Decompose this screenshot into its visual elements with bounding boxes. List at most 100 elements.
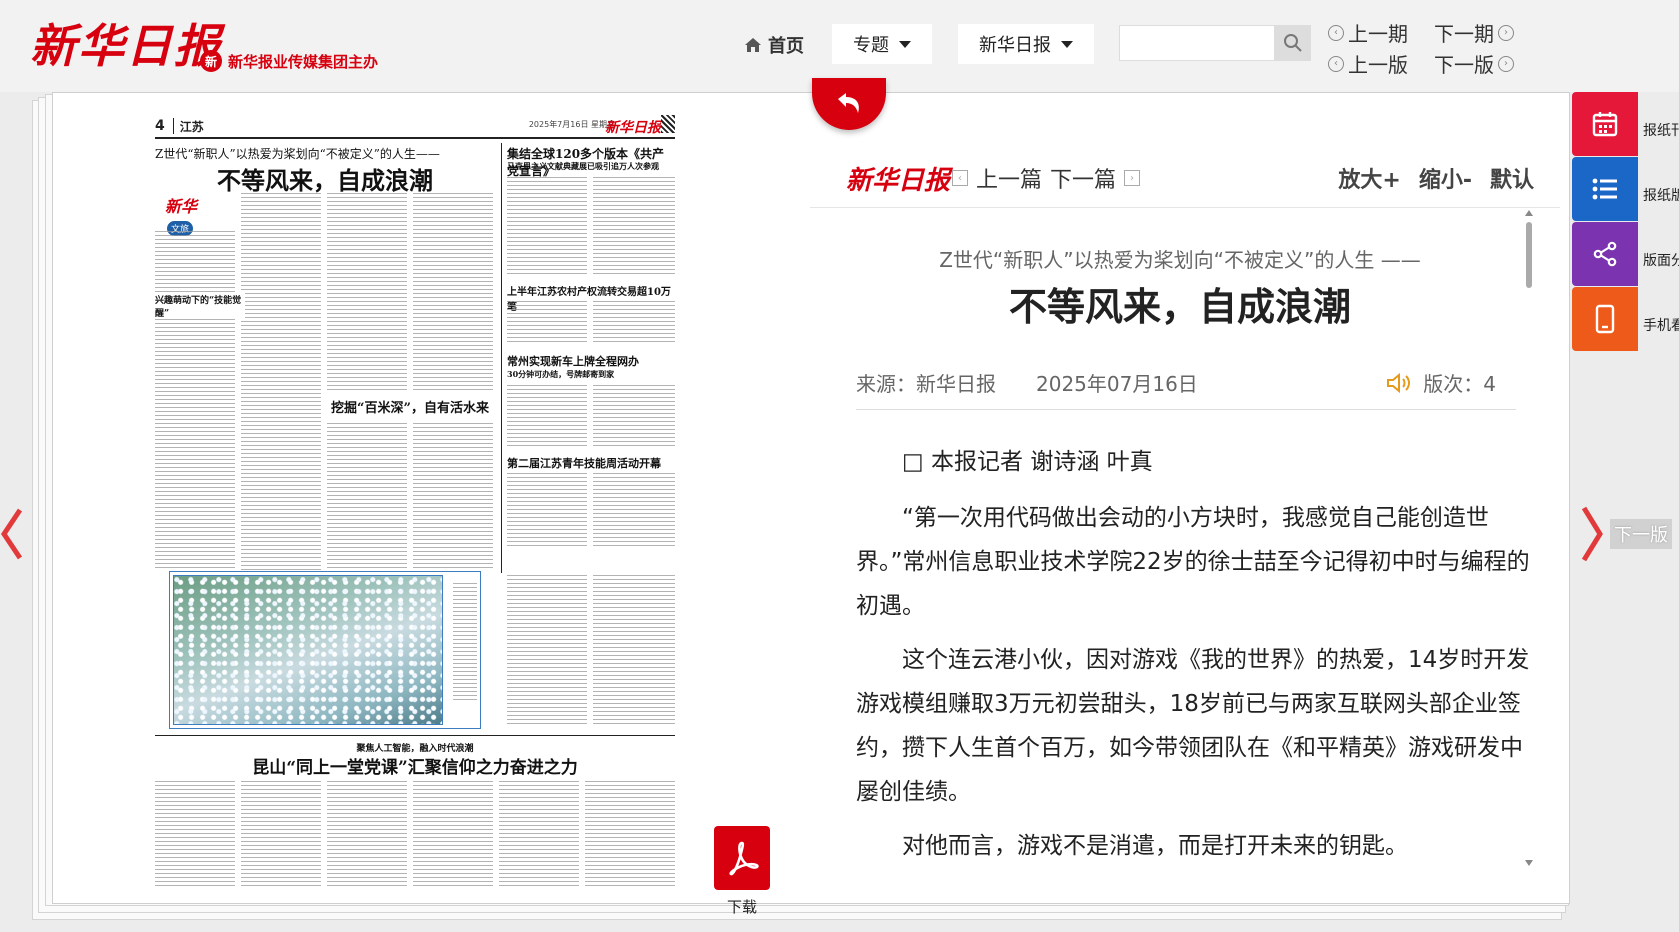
text-column — [155, 231, 235, 571]
chevron-left-icon: ‹ — [1328, 55, 1344, 72]
article-toolbar: 新华日报 ‹ 上一篇 下一篇 › 放大+ 缩小- 默认 — [810, 140, 1560, 208]
text-column — [507, 473, 587, 547]
chevron-left-icon[interactable]: ‹ — [952, 170, 968, 186]
float-label[interactable]: 手机看报 — [1643, 315, 1679, 335]
column-divider — [501, 143, 502, 573]
badge-a: 新华 — [165, 197, 198, 216]
article-date: 2025年07月16日 — [1036, 372, 1198, 396]
search-input[interactable] — [1119, 25, 1275, 61]
article-edition-text: 版次：4 — [1423, 372, 1496, 396]
site-logo[interactable]: 新华日报 — [30, 10, 222, 76]
text-column — [413, 781, 493, 889]
zoom-out-button[interactable]: 缩小- — [1419, 162, 1472, 194]
article-paragraph: “第一次用代码做出会动的小方块时，我感觉自己能创造世界。”常州信息职业技术学院2… — [856, 505, 1530, 619]
search-button[interactable] — [1275, 25, 1311, 61]
chevron-left-icon — [0, 508, 23, 560]
float-btn-list[interactable] — [1572, 157, 1638, 221]
text-column — [327, 423, 407, 571]
nav-home[interactable]: 首页 — [744, 32, 804, 58]
home-icon — [745, 38, 761, 52]
flamingo-photo[interactable] — [173, 575, 443, 725]
text-column — [593, 575, 675, 725]
calendar-icon — [1592, 112, 1618, 137]
scroll-down-icon[interactable] — [1525, 860, 1533, 866]
next-issue-link[interactable]: 下一期 › — [1434, 18, 1514, 47]
sponsor-text: 新华报业传媒集团主办 — [228, 52, 379, 71]
float-btn-phone[interactable] — [1572, 287, 1638, 351]
chevron-left-icon: ‹ — [1328, 24, 1344, 41]
chevron-right-icon[interactable]: › — [1124, 170, 1141, 186]
float-label[interactable]: 版面分享 — [1643, 250, 1679, 270]
share-icon — [1593, 241, 1617, 267]
chevron-right-icon — [1581, 506, 1603, 562]
side-prev-page-button[interactable] — [0, 508, 23, 560]
search-icon — [1284, 34, 1302, 52]
text-column — [593, 385, 675, 447]
newspaper-date: 2025年7月16日 星期三 — [528, 120, 615, 129]
next-article-link[interactable]: 下一篇 — [1050, 162, 1116, 194]
topic-dropdown[interactable]: 专题 — [832, 24, 932, 64]
next-page-link[interactable]: 下一版 › — [1434, 49, 1514, 78]
article-byline: □ 本报记者 谢诗涵 叶真 — [902, 449, 1153, 475]
newspaper-sub1: 兴趣萌动下的“技能觉醒” — [155, 293, 245, 319]
text-column — [593, 301, 675, 343]
paper-dropdown[interactable]: 新华日报 — [958, 24, 1094, 64]
newspaper-headline[interactable]: 不等风来，自成浪潮 — [155, 161, 495, 196]
float-btn-share[interactable] — [1572, 222, 1638, 286]
float-btn-calendar[interactable] — [1572, 92, 1638, 156]
bottom-divider — [155, 735, 675, 736]
text-column — [507, 385, 587, 447]
article-paragraph: 这个连云港小伙，因对游戏《我的世界》的热爱，14岁时开发游戏模组赚取3万元初尝甜… — [856, 647, 1530, 805]
newspaper-header: 4 江苏 2025年7月16日 星期三 新华日报 — [155, 115, 675, 139]
pdf-download-label[interactable]: 下载 — [714, 896, 770, 917]
list-icon — [1592, 178, 1617, 200]
newspaper-right3-title[interactable]: 常州实现新车上牌全程网办 — [507, 353, 675, 369]
text-column — [585, 781, 675, 889]
newspaper-sub2[interactable]: 挖掘“百米深”，自有活水来 — [327, 397, 493, 416]
text-column — [507, 301, 587, 343]
text-column — [593, 473, 675, 547]
zoom-in-button[interactable]: 放大+ — [1338, 162, 1400, 194]
newspaper-right3-sub: 30分钟可办结，号牌邮寄到家 — [507, 369, 615, 379]
newspaper-right1-sub: 马克思主义文献典藏展已吸引追万人次参观 — [507, 161, 659, 171]
article-panel: 新华日报 ‹ 上一篇 下一篇 › 放大+ 缩小- 默认 Z世代“新职人”以热爱为… — [810, 140, 1560, 900]
prev-issue-label: 上一期 — [1348, 22, 1408, 46]
article-nav: ‹ 上一篇 下一篇 › — [952, 162, 1141, 194]
side-next-page-label: 下一版 — [1610, 519, 1672, 549]
article-body: □ 本报记者 谢诗涵 叶真 “第一次用代码做出会动的小方块时，我感觉自己能创造世… — [856, 440, 1530, 900]
text-column — [327, 193, 407, 393]
newspaper-right4-title[interactable]: 第二届江苏青年技能周活动开幕 — [507, 455, 675, 471]
newspaper-page-image[interactable]: 4 江苏 2025年7月16日 星期三 新华日报 Z世代“新职人”以热爱为桨划向… — [155, 113, 675, 893]
prev-article-link[interactable]: 上一篇 — [976, 162, 1042, 194]
prev-page-label: 上一版 — [1348, 53, 1408, 77]
prev-page-link[interactable]: ‹ 上一版 — [1328, 49, 1408, 78]
text-column — [155, 781, 235, 889]
article-title: 不等风来，自成浪潮 — [1008, 284, 1351, 329]
chevron-right-icon: › — [1498, 55, 1514, 72]
text-column — [413, 423, 493, 571]
float-label[interactable]: 报纸刊期 — [1643, 120, 1679, 140]
article-subtitle: Z世代“新职人”以热爱为桨划向“不被定义”的人生 —— — [939, 248, 1421, 272]
paper-dropdown-label: 新华日报 — [979, 35, 1051, 56]
newspaper-section: 江苏 — [179, 119, 204, 134]
float-label[interactable]: 报纸版面 — [1643, 185, 1679, 205]
speaker-icon[interactable] — [1385, 371, 1413, 395]
prev-issue-link[interactable]: ‹ 上一期 — [1328, 18, 1408, 47]
article-edition: 版次：4 — [1385, 368, 1496, 397]
text-column — [507, 177, 587, 277]
article-meta: 来源：新华日报 2025年07月16日 版次：4 — [856, 364, 1516, 410]
text-column — [241, 193, 321, 571]
text-column — [507, 575, 587, 725]
scroll-up-icon[interactable] — [1525, 210, 1533, 216]
text-column — [241, 781, 321, 889]
reset-size-button[interactable]: 默认 — [1490, 162, 1534, 194]
article-source: 来源：新华日报 — [856, 372, 996, 396]
newspaper-bottom-headline[interactable]: 昆山“同上一堂党课”汇聚信仰之力奋进之力 — [155, 753, 675, 778]
pdf-icon — [729, 841, 759, 876]
xinhua-wenlv-badge: 新华文旅 — [165, 193, 221, 236]
side-next-page-button[interactable]: 下一版 — [1580, 504, 1672, 564]
chevron-right-icon: › — [1498, 24, 1514, 41]
scrollbar-thumb[interactable] — [1526, 222, 1532, 288]
topic-dropdown-label: 专题 — [853, 35, 889, 56]
pdf-download-button[interactable] — [714, 826, 770, 890]
